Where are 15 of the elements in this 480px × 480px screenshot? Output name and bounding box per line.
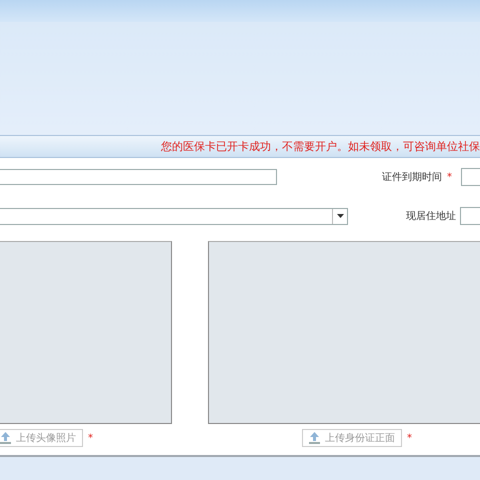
notice-text: 您的医保卡已开卡成功，不需要开户。如未领取，可咨询单位社保 xyxy=(161,139,480,154)
input-field[interactable] xyxy=(460,207,480,225)
upload-icon xyxy=(0,432,11,444)
upload-icon xyxy=(309,432,320,444)
upload-button[interactable]: 上传头像照片 xyxy=(0,429,83,447)
input-field[interactable] xyxy=(0,169,277,185)
dropdown-field[interactable] xyxy=(0,208,348,224)
required-mark: * xyxy=(407,432,412,444)
input-field[interactable] xyxy=(461,168,480,186)
field-label: 现居住地址 xyxy=(406,210,456,223)
required-mark: * xyxy=(88,432,93,444)
upload-button[interactable]: 上传身份证正面 xyxy=(302,429,402,447)
required-mark: * xyxy=(447,172,452,182)
field-label: 证件到期时间 xyxy=(382,170,442,184)
caret-icon[interactable] xyxy=(332,208,347,224)
